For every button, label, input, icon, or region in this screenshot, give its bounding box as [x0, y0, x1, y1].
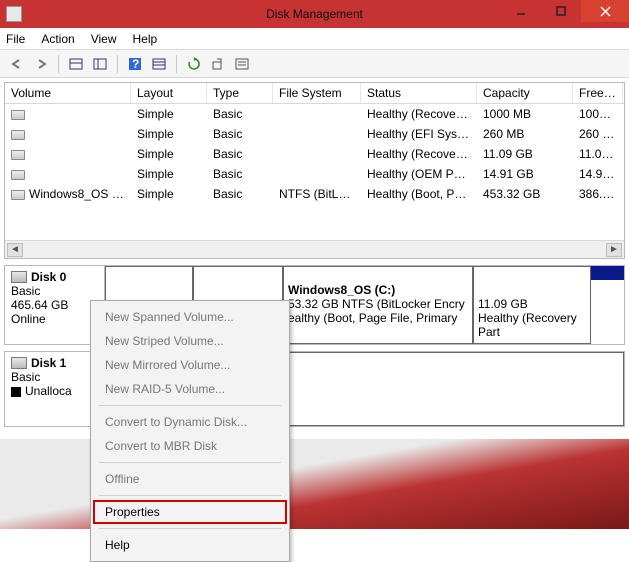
disk-0-status: Online	[11, 312, 98, 326]
partition[interactable]: 11.09 GB Healthy (Recovery Part	[473, 266, 591, 344]
disk-1-unallocated: Unalloca	[25, 384, 72, 398]
scroll-left-icon[interactable]: ◄	[7, 243, 23, 257]
app-icon	[6, 6, 22, 22]
partition-detail: Healthy (Recovery Part	[478, 311, 586, 339]
partition-os[interactable]: Windows8_OS (C:) 53.32 GB NTFS (BitLocke…	[283, 266, 473, 344]
disk-1-label: Disk 1	[31, 356, 66, 370]
menu-help[interactable]: Help	[133, 32, 158, 46]
col-capacity[interactable]: Capacity	[477, 83, 573, 103]
volume-row[interactable]: SimpleBasicHealthy (Recovery...1000 MB10…	[5, 104, 624, 124]
back-button[interactable]	[6, 53, 28, 75]
volume-list: Volume Layout Type File System Status Ca…	[4, 82, 625, 259]
volume-row[interactable]: Windows8_OS (C:)SimpleBasicNTFS (BitLo..…	[5, 184, 624, 204]
view-list-icon[interactable]	[89, 53, 111, 75]
action-icon[interactable]	[207, 53, 229, 75]
col-free[interactable]: Free Spa	[573, 83, 623, 103]
unallocated-swatch	[11, 387, 21, 397]
col-status[interactable]: Status	[361, 83, 477, 103]
col-type[interactable]: Type	[207, 83, 273, 103]
close-button[interactable]	[581, 0, 629, 22]
col-filesystem[interactable]: File System	[273, 83, 361, 103]
view-small-icon[interactable]	[65, 53, 87, 75]
col-volume[interactable]: Volume	[5, 83, 131, 103]
volume-icon	[11, 130, 25, 140]
forward-button[interactable]	[30, 53, 52, 75]
menu-file[interactable]: File	[6, 32, 25, 46]
refresh-icon[interactable]	[183, 53, 205, 75]
col-layout[interactable]: Layout	[131, 83, 207, 103]
volume-row[interactable]: SimpleBasicHealthy (Recovery...11.09 GB1…	[5, 144, 624, 164]
disk-0-label: Disk 0	[31, 270, 66, 284]
menu-offline[interactable]: Offline	[93, 467, 287, 491]
menubar: File Action View Help	[0, 28, 629, 50]
menu-view[interactable]: View	[91, 32, 117, 46]
volume-icon	[11, 190, 25, 200]
menu-new-mirrored[interactable]: New Mirrored Volume...	[93, 353, 287, 377]
list-icon[interactable]	[231, 53, 253, 75]
help-icon[interactable]: ?	[124, 53, 146, 75]
menu-new-raid5[interactable]: New RAID-5 Volume...	[93, 377, 287, 401]
disk-icon	[11, 357, 27, 369]
volume-icon	[11, 170, 25, 180]
svg-text:?: ?	[132, 57, 139, 71]
volume-list-header: Volume Layout Type File System Status Ca…	[5, 83, 624, 104]
titlebar: Disk Management	[0, 0, 629, 28]
disk-0-type: Basic	[11, 284, 98, 298]
minimize-button[interactable]	[501, 0, 541, 22]
menu-action[interactable]: Action	[41, 32, 74, 46]
toolbar: ?	[0, 50, 629, 78]
menu-new-striped[interactable]: New Striped Volume...	[93, 329, 287, 353]
partition-detail: 53.32 GB NTFS (BitLocker Encry	[288, 297, 468, 311]
menu-convert-mbr[interactable]: Convert to MBR Disk	[93, 434, 287, 458]
settings-icon[interactable]	[148, 53, 170, 75]
menu-help[interactable]: Help	[93, 533, 287, 557]
window-title: Disk Management	[266, 7, 363, 21]
disk-icon	[11, 271, 27, 283]
disk-1-type: Basic	[11, 370, 98, 384]
menu-new-spanned[interactable]: New Spanned Volume...	[93, 305, 287, 329]
partition-name: Windows8_OS (C:)	[288, 283, 468, 297]
partition-detail: ealthy (Boot, Page File, Primary	[288, 311, 468, 325]
volume-icon	[11, 110, 25, 120]
menu-properties[interactable]: Properties	[93, 500, 287, 524]
context-menu: New Spanned Volume... New Striped Volume…	[90, 300, 290, 562]
volume-row[interactable]: SimpleBasicHealthy (OEM Par...14.91 GB14…	[5, 164, 624, 184]
maximize-button[interactable]	[541, 0, 581, 22]
partition-size: 11.09 GB	[478, 297, 586, 311]
scroll-right-icon[interactable]: ►	[606, 243, 622, 257]
disk-0-size: 465.64 GB	[11, 298, 98, 312]
horizontal-scrollbar[interactable]: ◄ ►	[5, 240, 624, 258]
menu-convert-dynamic[interactable]: Convert to Dynamic Disk...	[93, 410, 287, 434]
volume-icon	[11, 150, 25, 160]
volume-row[interactable]: SimpleBasicHealthy (EFI Syste...260 MB26…	[5, 124, 624, 144]
